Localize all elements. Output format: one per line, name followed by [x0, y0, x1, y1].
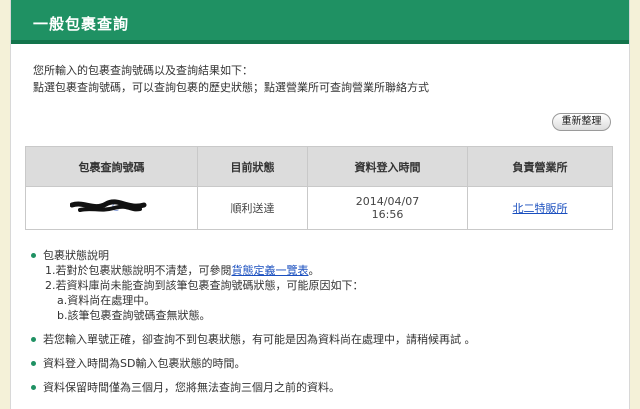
result-table: 包裹查詢號碼 目前狀態 資料登入時間 負責營業所 C 順利送達 2014/04/…: [25, 146, 613, 230]
table-row: C 順利送達 2014/04/07 16:56 北二特販所: [25, 186, 613, 230]
note-retention: 資料保留時間僅為三個月，您將無法查詢三個月之前的資料。: [31, 380, 621, 395]
office-cell: 北二特販所: [467, 186, 613, 230]
note-processing: 若您輸入單號正確，卻查詢不到包裹狀態，有可能是因為資料尚在處理中，請稍候再試 。: [31, 332, 621, 347]
header-bar: 一般包裹查詢: [11, 0, 629, 44]
refresh-button[interactable]: 重新整理: [552, 113, 611, 131]
column-header-office: 負責營業所: [467, 146, 613, 187]
status-item-2a: a.資料尚在處理中。: [57, 294, 156, 307]
tracking-number-cell[interactable]: C: [25, 186, 198, 230]
table-header-row: 包裹查詢號碼 目前狀態 資料登入時間 負責營業所: [25, 146, 613, 187]
note-login-time: 資料登入時間為SD輸入包裹狀態的時間。: [31, 356, 621, 371]
status-item-2b: b.該筆包裹查詢號碼查無狀態。: [57, 309, 211, 322]
office-link[interactable]: 北二特販所: [513, 202, 568, 215]
status-definition-link[interactable]: 貨態定義一覽表: [232, 264, 309, 277]
status-item-2: 2.若資料庫尚未能查詢到該筆包裹查詢號碼狀態，可能原因如下：: [45, 279, 364, 292]
intro-line-2: 點選包裹查詢號碼，可以查詢包裹的歷史狀態；點選營業所可查詢營業所聯絡方式: [33, 81, 429, 94]
status-cell: 順利送達: [197, 186, 308, 230]
note-status-explanation: 包裹狀態說明 1.若對於包裹狀態說明不清楚，可參閱貨態定義一覽表。 2.若資料庫…: [31, 248, 621, 323]
redacted-tracking-number[interactable]: C: [69, 198, 154, 215]
date-value: 2014/04/07: [355, 195, 420, 208]
status-title: 包裹狀態說明: [43, 249, 109, 262]
main-panel: 一般包裹查詢 您所輸入的包裹查詢號碼以及查詢結果如下： 點選包裹查詢號碼，可以查…: [10, 0, 630, 409]
intro-text: 您所輸入的包裹查詢號碼以及查詢結果如下： 點選包裹查詢號碼，可以查詢包裹的歷史狀…: [33, 62, 429, 96]
status-item-1: 1.若對於包裹狀態說明不清楚，可參閱貨態定義一覽表。: [43, 263, 621, 278]
notes-list: 包裹狀態說明 1.若對於包裹狀態說明不清楚，可參閱貨態定義一覽表。 2.若資料庫…: [31, 248, 621, 395]
date-cell: 2014/04/07 16:56: [307, 186, 468, 230]
column-header-date: 資料登入時間: [307, 146, 468, 187]
column-header-status: 目前狀態: [197, 146, 308, 187]
intro-line-1: 您所輸入的包裹查詢號碼以及查詢結果如下：: [33, 64, 253, 77]
status-item-1-text: 1.若對於包裹狀態說明不清楚，可參閱: [45, 264, 232, 277]
time-value: 16:56: [371, 208, 404, 221]
status-item-1-suffix: 。: [308, 264, 320, 277]
page-title: 一般包裹查詢: [33, 15, 130, 33]
column-header-tracking: 包裹查詢號碼: [25, 146, 198, 187]
redaction-scribble-icon: [69, 198, 146, 212]
